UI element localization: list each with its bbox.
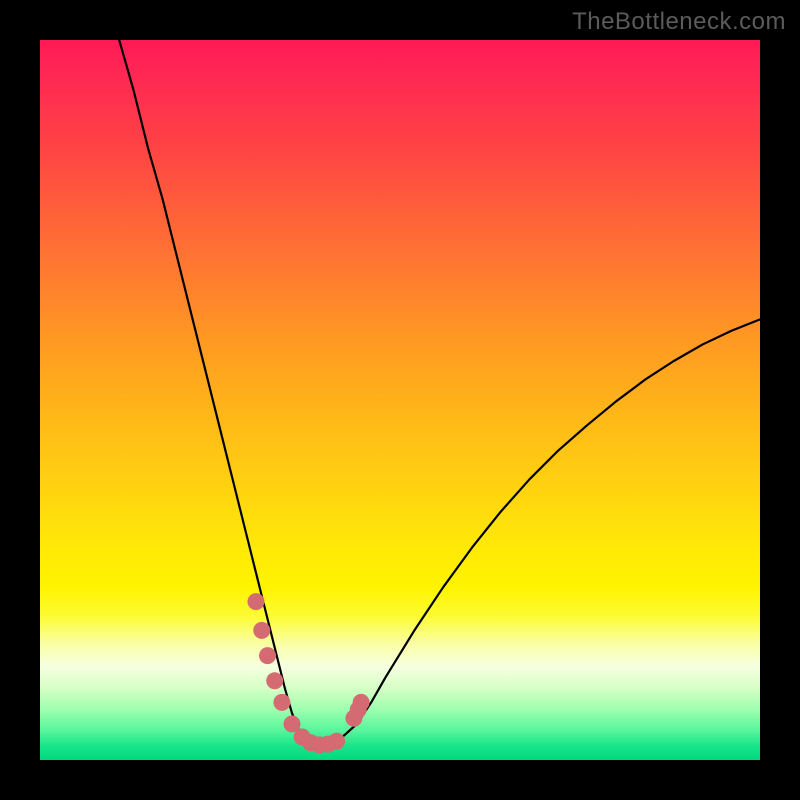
valley-marker-dot bbox=[353, 694, 370, 711]
bottleneck-curve bbox=[119, 40, 760, 746]
chart-frame: TheBottleneck.com bbox=[0, 0, 800, 800]
valley-marker-dot bbox=[248, 593, 265, 610]
valley-marker-dot bbox=[266, 672, 283, 689]
curve-svg bbox=[40, 40, 760, 760]
valley-marker-dot bbox=[259, 647, 276, 664]
valley-marker-dot bbox=[273, 694, 290, 711]
valley-marker-dot bbox=[253, 622, 270, 639]
plot-gradient-area bbox=[40, 40, 760, 760]
valley-marker-dot bbox=[328, 733, 345, 750]
watermark-text: TheBottleneck.com bbox=[572, 8, 786, 36]
